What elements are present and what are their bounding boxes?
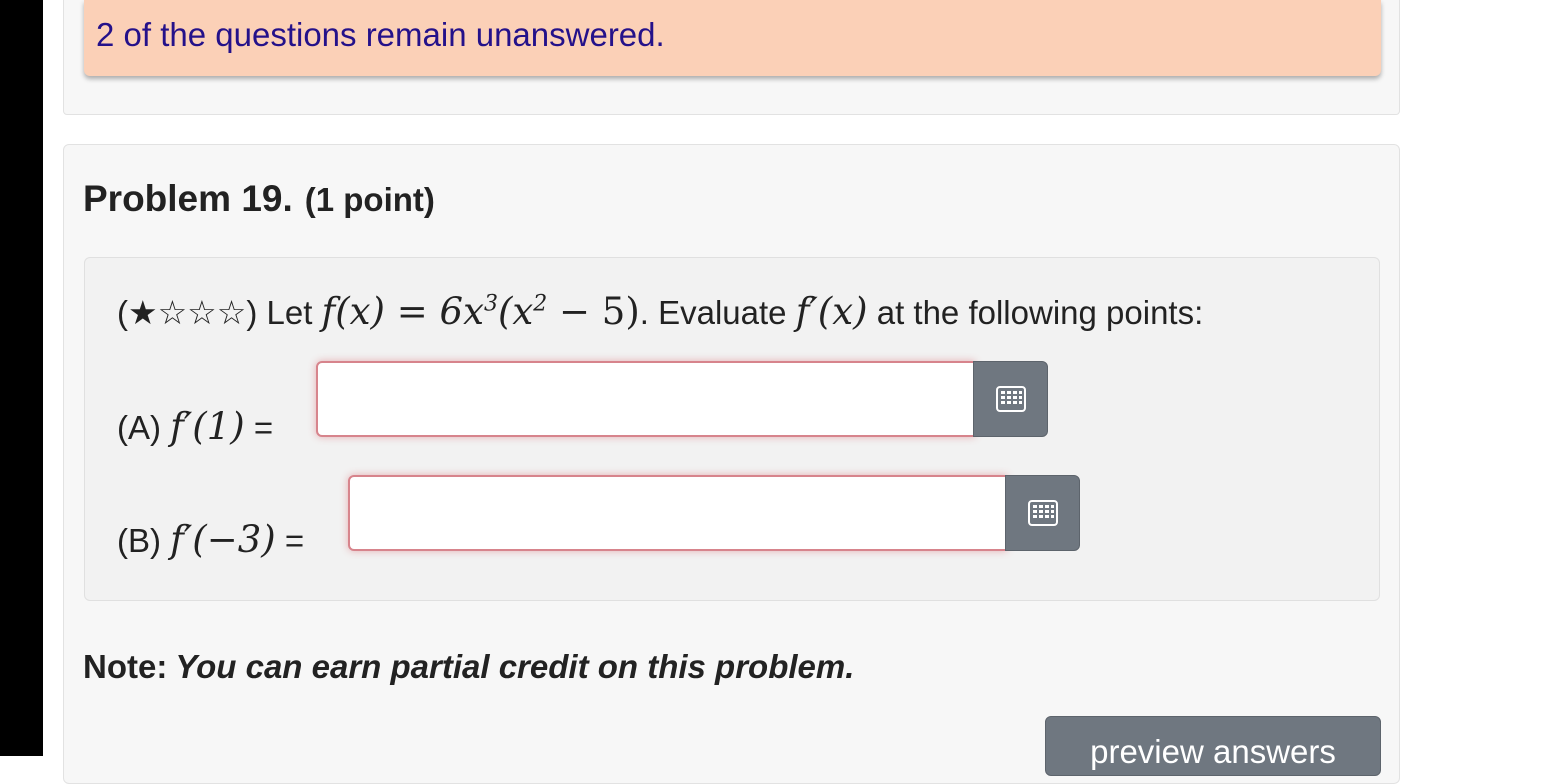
- alert-message: 2 of the questions remain unanswered.: [96, 16, 665, 53]
- equation-editor-button-b[interactable]: [1005, 475, 1080, 551]
- statement-mid: . Evaluate: [639, 294, 787, 331]
- note-label: Note:: [83, 648, 168, 685]
- function-definition: f(x) = 6x3(x2 − 5): [321, 290, 640, 333]
- part-a-label: (A) f′(1) =: [117, 405, 274, 448]
- keyboard-icon: [995, 386, 1026, 412]
- difficulty-stars: (★☆☆☆): [117, 294, 258, 331]
- problem-number: Problem 19.: [83, 178, 293, 219]
- keyboard-icon: [1027, 500, 1058, 526]
- partial-credit-note: Note: You can earn partial credit on this…: [83, 648, 854, 686]
- part-a-expression: f′(1): [170, 405, 245, 448]
- part-b-label: (B) f′(−3) =: [117, 518, 305, 561]
- statement-lead: Let: [266, 294, 313, 331]
- answer-b-input[interactable]: [348, 475, 1007, 551]
- answer-a-input[interactable]: [316, 361, 975, 437]
- statement-end: at the following points:: [876, 294, 1204, 331]
- note-text: You can earn partial credit on this prob…: [175, 648, 855, 685]
- left-black-bar: [0, 0, 43, 756]
- problem-statement: (★☆☆☆) Let f(x) = 6x3(x2 − 5). Evaluate …: [117, 290, 1203, 333]
- equation-editor-button-a[interactable]: [973, 361, 1048, 437]
- derivative-expression: f′(x): [795, 290, 868, 333]
- problem-title: Problem 19. (1 point): [83, 178, 435, 220]
- problem-points: (1 point): [304, 181, 435, 218]
- part-b-expression: f′(−3): [170, 518, 276, 561]
- preview-answers-button[interactable]: preview answers: [1045, 716, 1381, 776]
- unanswered-alert: 2 of the questions remain unanswered.: [84, 0, 1381, 76]
